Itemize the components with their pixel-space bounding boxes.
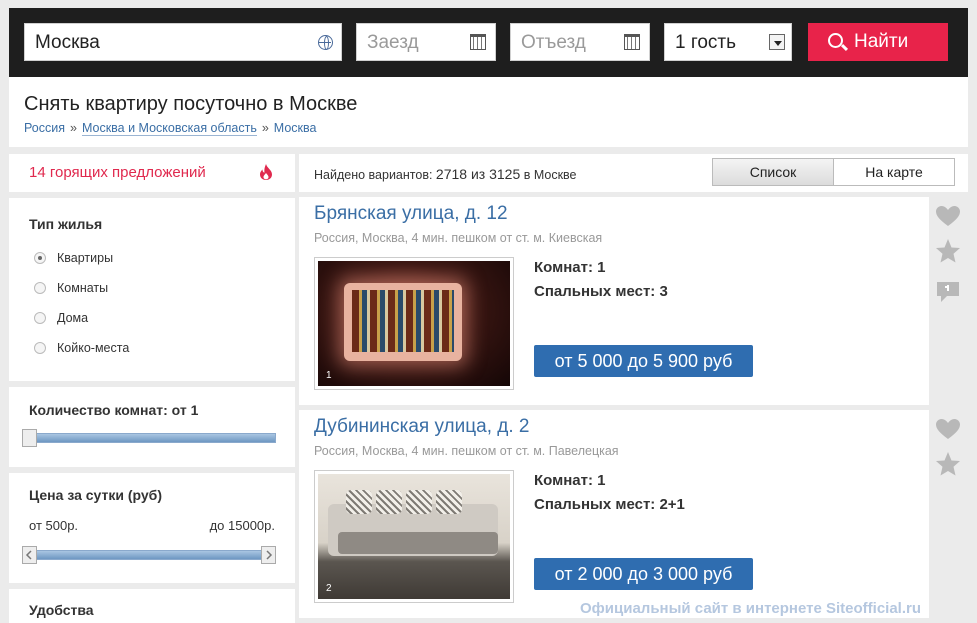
star-icon[interactable] [935,451,961,477]
cushion [376,490,402,514]
hot-offers-label: 14 горящих предложений [29,164,206,181]
city-input[interactable]: Москва [24,23,342,61]
fire-icon [260,164,272,180]
amenities-filter: Удобства [9,589,295,623]
listing-photo[interactable]: 2 [314,470,514,603]
cushion [346,490,372,514]
results-bar: Найдено вариантов: 2718 из 3125 в Москве… [299,154,968,192]
watermark: Официальный сайт в интернете Siteofficia… [580,600,922,617]
checkin-input[interactable]: Заезд [356,23,496,61]
sofa-seat [338,532,498,554]
city-value: Москва [35,32,100,53]
calendar-icon[interactable] [624,34,640,50]
listing-rooms: Комнат: 1 [534,259,606,276]
photo-number: 2 [326,583,332,594]
listing-beds: Спальных мест: 3 [534,283,668,300]
radio-dot[interactable] [34,282,46,294]
breadcrumb-separator: » [70,121,77,135]
cushion [436,490,462,514]
tab-list[interactable]: Список [713,159,834,185]
listing-rooms: Комнат: 1 [534,472,606,489]
found-count: Найдено вариантов: 2718 из 3125 в Москве [314,166,577,182]
chevron-right-icon [266,550,273,560]
comment-icon[interactable] [935,280,961,304]
slider-handle[interactable] [22,429,37,447]
listing-title[interactable]: Брянская улица, д. 12 [314,203,508,225]
radio-dot[interactable] [34,342,46,354]
rooms-filter: Количество комнат: от 1 [9,387,295,467]
listing-beds: Спальных мест: 2+1 [534,496,685,513]
listing-location: Россия, Москва, 4 мин. пешком от ст. м. … [314,231,603,245]
breadcrumb: Россия » Москва и Московская область » Москв… [24,121,317,136]
price-from-label: от 500р. [29,518,79,533]
search-icon [828,33,843,48]
globe-icon[interactable] [318,35,333,50]
tv-screen [352,290,454,352]
guests-value: 1 гость [675,32,737,53]
hot-offers-link[interactable]: 14 горящих предложений [9,154,295,192]
calendar-icon[interactable] [470,34,486,50]
breadcrumb-russia[interactable]: Россия [24,121,65,135]
listing-card: Дубининская улица, д. 2 Россия, Москва, … [299,410,929,618]
listing-photo[interactable]: 1 [314,257,514,390]
listing-title[interactable]: Дубининская улица, д. 2 [314,416,529,438]
price-title: Цена за сутки (руб) [29,487,162,503]
chevron-down-icon[interactable] [769,34,785,50]
search-button[interactable]: Найти [808,23,948,61]
view-switch: Список На карте [712,158,955,186]
star-icon[interactable] [935,238,961,264]
radio-label: Дома [57,311,89,325]
tv-shape [344,283,462,361]
search-bar: Москва Заезд Отъезд 1 гость Найти [9,8,968,77]
housing-type-title: Тип жилья [29,216,103,232]
tab-map[interactable]: На карте [834,159,954,185]
rooms-slider[interactable] [22,429,276,447]
heart-icon[interactable] [935,418,961,440]
listing-card: Брянская улица, д. 12 Россия, Москва, 4 … [299,197,929,405]
slider-handle-min[interactable] [22,546,37,564]
search-button-label: Найти [854,31,909,52]
heart-icon[interactable] [935,205,961,227]
chevron-left-icon [25,550,32,560]
listing-location: Россия, Москва, 4 мин. пешком от ст. м. … [314,444,619,458]
found-suffix: в Москве [523,168,577,182]
price-slider[interactable] [22,546,276,564]
price-button[interactable]: от 5 000 до 5 900 руб [534,345,753,377]
price-button[interactable]: от 2 000 до 3 000 руб [534,558,753,590]
slider-handle-max[interactable] [261,546,276,564]
found-prefix: Найдено вариантов: [314,168,433,182]
amenities-title: Удобства [29,602,94,618]
checkin-placeholder: Заезд [367,32,419,53]
guests-select[interactable]: 1 гость [664,23,792,61]
price-to-label: до 15000р. [209,518,275,533]
photo-number: 1 [326,370,332,381]
rooms-title: Количество комнат: от 1 [29,402,199,418]
photo-image: 2 [318,474,510,599]
checkout-placeholder: Отъезд [521,32,586,53]
found-number: 2718 из 3125 [435,166,521,182]
breadcrumb-separator: » [261,121,269,135]
photo-image: 1 [318,261,510,386]
breadcrumb-moscow-region[interactable]: Москва и Московская область [81,121,257,136]
radio-label: Комнаты [57,281,109,295]
price-filter: Цена за сутки (руб) от 500р. до 15000р. [9,473,295,583]
cushion [406,490,432,514]
radio-label: Квартиры [57,251,114,265]
checkout-input[interactable]: Отъезд [510,23,650,61]
page-header: Снять квартиру посуточно в Москве Россия… [9,77,968,147]
breadcrumb-moscow[interactable]: Москва [274,121,317,135]
housing-type-filter: Тип жилья Квартиры Комнаты Дома Койко-ме… [9,198,295,381]
radio-label: Койко-места [57,341,130,355]
radio-dot[interactable] [34,252,46,264]
page-title: Снять квартиру посуточно в Москве [24,93,358,115]
radio-dot[interactable] [34,312,46,324]
